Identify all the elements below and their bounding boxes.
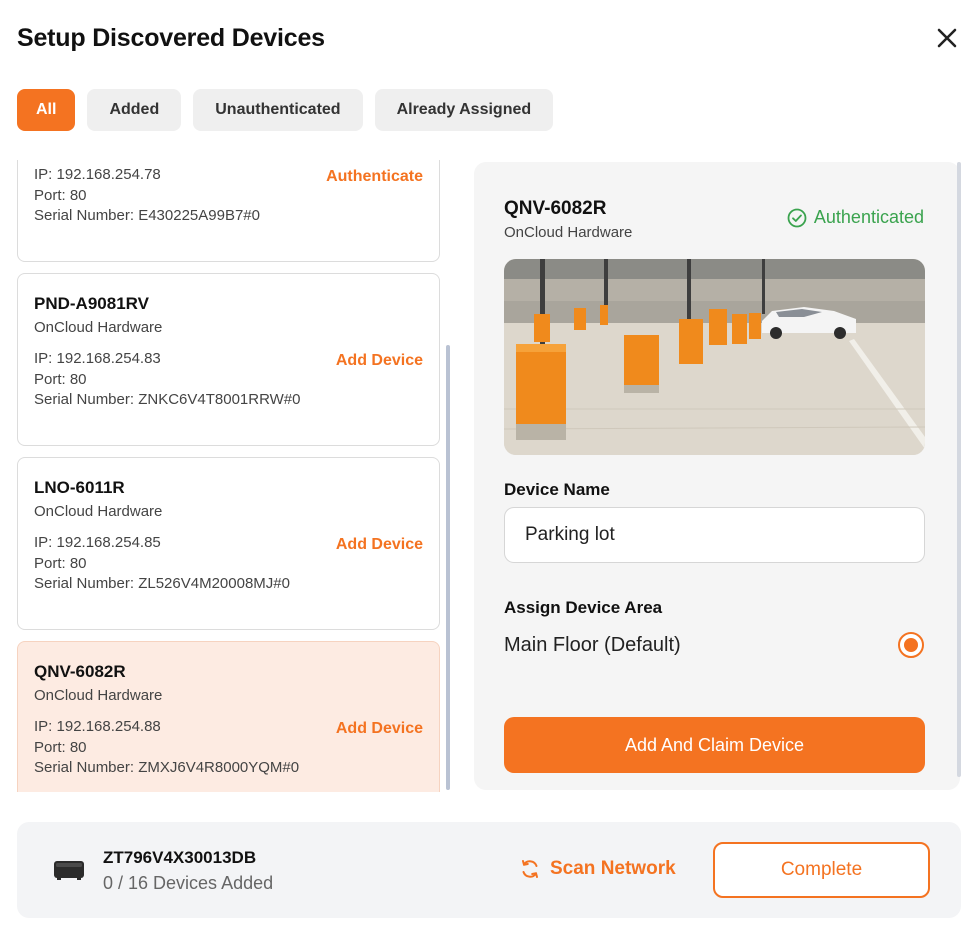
device-ip: IP: 192.168.254.85 — [34, 534, 161, 551]
device-port: Port: 80 — [34, 186, 87, 204]
detail-panel-scrollbar[interactable] — [957, 162, 961, 777]
device-card[interactable]: IP: 192.168.254.78 Port: 80 Serial Numbe… — [17, 160, 440, 262]
status-text: Authenticated — [813, 207, 924, 227]
add-device-button[interactable]: Add Device — [336, 536, 423, 554]
device-serial: Serial Number: ZNKC6V4T8001RRW#0 — [34, 391, 301, 408]
device-list-scrollbar[interactable] — [446, 345, 450, 790]
device-ip: IP: 192.168.254.78 — [34, 166, 161, 183]
scan-network-button[interactable]: Scan Network — [519, 858, 676, 880]
hub-serial: ZT796V4X30013DB — [103, 848, 257, 867]
device-card[interactable]: LNO-6011R OnCloud Hardware IP: 192.168.2… — [17, 457, 440, 630]
page-title: Setup Discovered Devices — [17, 24, 325, 52]
device-list: IP: 192.168.254.78 Port: 80 Serial Numbe… — [17, 160, 441, 792]
device-ip: IP: 192.168.254.83 — [34, 350, 161, 367]
radio-dot — [904, 638, 918, 652]
device-card[interactable]: PND-A9081RV OnCloud Hardware IP: 192.168… — [17, 273, 440, 446]
area-radio-main-floor[interactable] — [898, 632, 924, 658]
device-port: Port: 80 — [34, 554, 87, 572]
devices-added-count: 0 / 16 Devices Added — [103, 873, 274, 893]
refresh-icon — [522, 860, 538, 878]
device-model: PND-A9081RV — [34, 294, 149, 313]
add-device-button[interactable]: Add Device — [336, 720, 423, 738]
device-info: IP: 192.168.254.88 Port: 80 Serial Numbe… — [34, 717, 324, 779]
device-name-input[interactable] — [504, 507, 925, 563]
device-info: IP: 192.168.254.78 Port: 80 Serial Numbe… — [34, 165, 324, 227]
device-ip: IP: 192.168.254.88 — [34, 718, 161, 735]
detail-vendor: OnCloud Hardware — [504, 224, 633, 241]
detail-model: QNV-6082R — [504, 198, 607, 219]
device-serial: Serial Number: E430225A99B7#0 — [34, 207, 260, 224]
device-vendor: OnCloud Hardware — [34, 687, 163, 704]
status-badge: Authenticated — [787, 207, 924, 228]
tab-all[interactable]: All — [17, 89, 76, 131]
scan-network-label: Scan Network — [550, 858, 676, 879]
add-and-claim-button[interactable]: Add And Claim Device — [504, 717, 925, 773]
device-vendor: OnCloud Hardware — [34, 319, 163, 336]
device-name-label: Device Name — [504, 480, 610, 499]
tab-added[interactable]: Added — [87, 89, 182, 131]
tab-already-assigned[interactable]: Already Assigned — [374, 89, 554, 131]
close-icon[interactable] — [933, 24, 961, 52]
device-info: IP: 192.168.254.85 Port: 80 Serial Numbe… — [34, 533, 324, 595]
device-port: Port: 80 — [34, 370, 87, 388]
device-model: QNV-6082R — [34, 662, 126, 681]
device-serial: Serial Number: ZL526V4M20008MJ#0 — [34, 575, 290, 592]
device-detail-panel: QNV-6082R OnCloud Hardware Authenticated — [474, 162, 960, 790]
camera-preview-image — [504, 259, 925, 455]
tab-unauthenticated[interactable]: Unauthenticated — [193, 89, 363, 131]
hub-device-icon — [54, 861, 84, 880]
device-vendor: OnCloud Hardware — [34, 503, 163, 520]
device-model: LNO-6011R — [34, 478, 125, 497]
device-port: Port: 80 — [34, 738, 87, 756]
add-device-button[interactable]: Add Device — [336, 352, 423, 370]
check-circle-icon — [787, 208, 807, 227]
footer-bar: ZT796V4X30013DB 0 / 16 Devices Added Sca… — [17, 822, 961, 918]
device-card-selected[interactable]: QNV-6082R OnCloud Hardware IP: 192.168.2… — [17, 641, 440, 792]
authenticate-button[interactable]: Authenticate — [326, 168, 423, 186]
device-info: IP: 192.168.254.83 Port: 80 Serial Numbe… — [34, 349, 324, 411]
assign-area-label: Assign Device Area — [504, 598, 663, 617]
filter-tabs: All Added Unauthenticated Already Assign… — [17, 89, 554, 131]
complete-button[interactable]: Complete — [713, 842, 930, 898]
area-option-label: Main Floor (Default) — [504, 634, 681, 656]
device-serial: Serial Number: ZMXJ6V4R8000YQM#0 — [34, 759, 300, 776]
